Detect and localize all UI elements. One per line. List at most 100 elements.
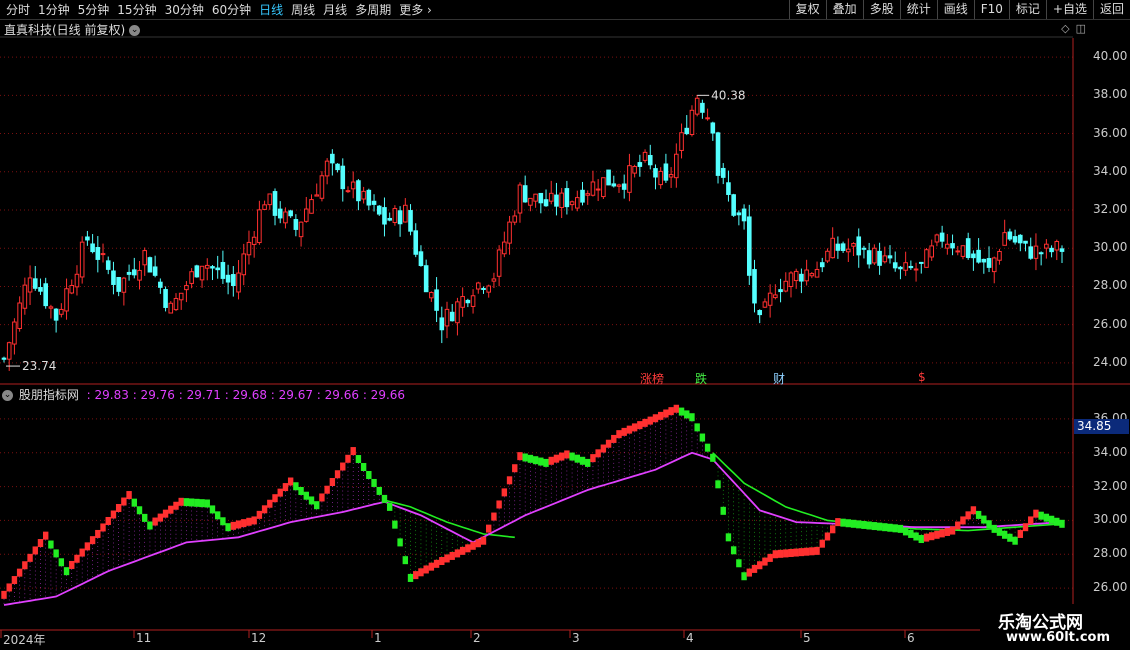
indicator-step-block [684, 410, 690, 419]
candle-body [298, 221, 304, 238]
indicator-step-block [334, 470, 341, 479]
candle-body [215, 267, 220, 271]
candle-body [700, 102, 705, 113]
indicator-step-block [58, 558, 65, 567]
indicator-step-block [965, 511, 971, 520]
indicator-step-block [767, 553, 773, 562]
candle-body [684, 127, 690, 135]
indicator-step-block [689, 413, 695, 422]
x-tick-label: 2024年 [3, 633, 46, 647]
event-marker[interactable]: 涨榜 [640, 370, 664, 387]
candle-body [460, 296, 465, 308]
indicator-step-block [720, 506, 726, 515]
candle-body [507, 221, 512, 244]
candle-body [74, 273, 80, 288]
candle-body [945, 243, 950, 249]
indicator-step-block [439, 557, 445, 566]
main-y-tick: 32.00 [1093, 202, 1128, 216]
candle-body [199, 265, 205, 281]
candle-body [668, 174, 674, 178]
indicator-step-block [89, 536, 96, 545]
candle-body [178, 292, 184, 301]
indicator-step-block [32, 546, 38, 555]
indicator-step-block [53, 549, 59, 558]
indicator-step-block [74, 554, 80, 563]
candle-body [809, 273, 815, 277]
indicator-step-block [22, 561, 28, 570]
indicator-y-tick: 32.00 [1093, 478, 1128, 493]
indicator-step-block [214, 511, 221, 520]
indicator-step-block [11, 576, 18, 585]
x-tick-label: 2 [473, 631, 481, 645]
candle-body [569, 201, 575, 206]
indicator-step-block [751, 564, 758, 573]
indicator-step-block [652, 414, 659, 423]
candle-body [627, 165, 632, 193]
candle-body [861, 247, 867, 250]
kline-chart[interactable]: 40.38 23.74 [0, 0, 1130, 650]
event-marker[interactable]: 财 [773, 370, 785, 387]
indicator-step-block [152, 517, 158, 526]
candle-body [434, 289, 439, 311]
candle-body [257, 209, 262, 244]
indicator-step-block [621, 427, 627, 436]
candle-body [611, 183, 617, 187]
indicator-step-block [324, 485, 330, 494]
indicator-step-block [590, 454, 596, 463]
indicator-step-block [491, 512, 497, 521]
indicator-step-block [397, 538, 403, 547]
indicator-step-block [517, 452, 523, 461]
candle-body [449, 311, 455, 322]
candle-body [804, 269, 809, 282]
event-marker[interactable]: $ [918, 370, 926, 384]
candle-body [616, 184, 622, 187]
candle-body [731, 194, 736, 216]
indicator-step-block [949, 526, 956, 535]
chevron-down-icon[interactable]: ⌄ [2, 390, 13, 401]
indicator-step-block [178, 497, 184, 506]
max-price-label: 40.38 [711, 88, 745, 102]
candle-body [1054, 240, 1060, 251]
candle-body [825, 250, 830, 262]
indicator-step-block [1012, 536, 1018, 545]
candle-body [335, 163, 340, 171]
candle-body [486, 285, 491, 293]
candle-body [121, 277, 127, 293]
indicator-step-block [272, 494, 278, 503]
candle-body [689, 109, 695, 136]
indicator-step-block [115, 504, 122, 513]
indicator-step-block [1038, 511, 1044, 520]
indicator-step-block [194, 498, 200, 507]
indicator-step-block [267, 499, 273, 508]
x-tick-label: 1 [374, 631, 382, 645]
candle-body [658, 170, 663, 186]
indicator-step-block [553, 454, 560, 463]
indicator-y-tick: 30.00 [1093, 512, 1128, 527]
x-tick-label: 11 [136, 631, 152, 645]
candle-body [220, 262, 226, 279]
indicator-step-block [809, 547, 815, 556]
indicator-step-block [934, 530, 940, 539]
candle-body [32, 278, 38, 289]
candle-body [929, 245, 935, 258]
indicator-step-block [42, 531, 49, 540]
candle-body [767, 292, 773, 306]
candle-body [1, 357, 7, 360]
candle-body [43, 283, 48, 307]
indicator-step-block [741, 572, 747, 581]
indicator-step-block [981, 515, 987, 524]
candle-body [746, 216, 752, 276]
indicator-step-block [355, 455, 362, 464]
candle-body [293, 219, 299, 230]
event-marker[interactable]: 跌 [695, 370, 707, 387]
indicator-step-block [433, 559, 440, 568]
candle-body [866, 250, 872, 265]
indicator-step-block [897, 524, 904, 533]
indicator-step-block [459, 546, 466, 555]
candle-body [840, 243, 846, 251]
candle-body [559, 192, 564, 208]
indicator-step-block [694, 423, 700, 432]
indicator-step-block [772, 550, 779, 559]
candle-body [303, 208, 309, 222]
indicator-step-block [220, 517, 226, 526]
